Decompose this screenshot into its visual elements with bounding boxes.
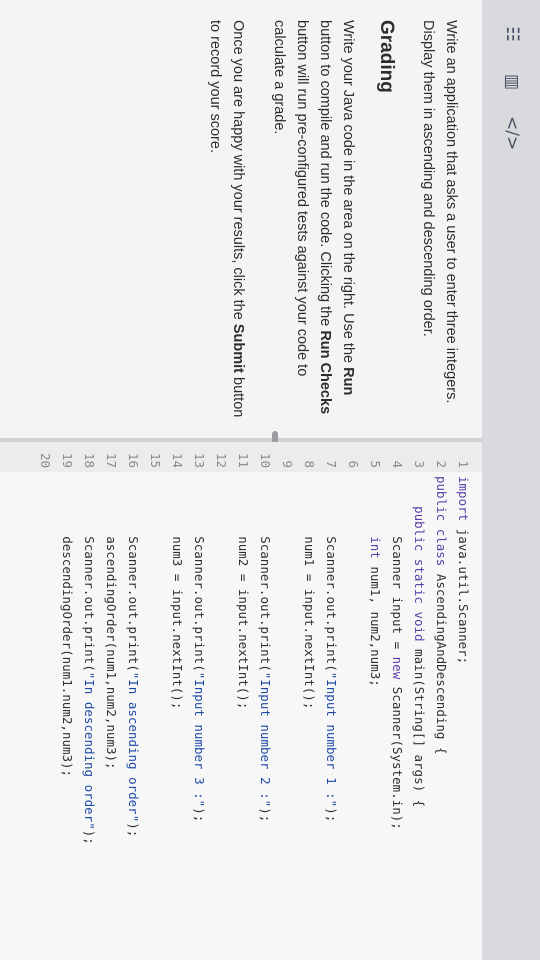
submit-keyword: Submit	[230, 323, 246, 373]
code-text: descendingOrder(num1.num2,num3);	[60, 536, 75, 778]
code-icon[interactable]: </>	[494, 116, 530, 151]
code-text: num2 = input.nextInt();	[236, 536, 251, 710]
code-text: Scanner.out.print("In ascending order");	[126, 536, 141, 838]
code-text: num3 = input.nextInt();	[170, 536, 185, 710]
code-text: ascendingOrder(num1,num2,num3);	[104, 536, 119, 770]
line-number: 10	[258, 452, 273, 468]
line-number: 13	[192, 452, 207, 468]
line-number: 7	[324, 460, 339, 468]
code-text: Scanner input = new Scanner(System.in);	[390, 536, 405, 830]
list-icon[interactable]: ☷	[494, 18, 530, 50]
code-symbol: </>	[502, 116, 522, 151]
code-text: public static void main(String[] args) {	[412, 506, 427, 808]
task-description: Write an application that asks a user to…	[420, 20, 459, 404]
instructions-text: Write an application that asks a user to…	[185, 20, 462, 422]
top-toolbar-rail: ☷ ▥ </>	[481, 0, 540, 960]
code-text: Scanner.out.print("In descending order")…	[82, 536, 97, 845]
code-text: public class AscendingAndDescending {	[434, 476, 449, 755]
line-number: 11	[236, 452, 251, 468]
run-checks-keyword: Run Checks	[317, 330, 333, 415]
grading-text-c: button will run pre-configured tests aga…	[271, 20, 310, 377]
photo-frame: ☷ ▥ </> Write an application that asks a…	[0, 0, 540, 960]
chart-icon[interactable]: ▥	[494, 66, 530, 98]
code-text: num1 = input.nextInt();	[302, 536, 317, 710]
line-number: 2	[434, 460, 449, 468]
line-number: 6	[346, 460, 361, 468]
code-editor[interactable]: 1 import java.util.Scanner; 2 public class …	[0, 442, 482, 960]
code-text: Scanner.out.print("Input number 3 :");	[192, 536, 207, 823]
submit-text-a: Once you are happy with your results, cl…	[230, 20, 246, 324]
line-number: 19	[60, 452, 75, 468]
line-number: 14	[170, 452, 185, 468]
line-number: 8	[302, 460, 317, 468]
line-number: 16	[126, 452, 141, 468]
line-number: 3	[412, 460, 427, 468]
line-number: 20	[38, 452, 53, 468]
instructions-panel: Write an application that asks a user to…	[0, 0, 482, 438]
code-text: Scanner.out.print("Input number 2 :");	[258, 536, 273, 823]
line-number: 4	[390, 460, 405, 468]
line-number: 17	[104, 452, 119, 468]
line-number: 1	[456, 460, 471, 468]
code-text: Scanner.out.print("Input number 1 :");	[324, 536, 339, 823]
grading-heading: Grading	[376, 20, 397, 93]
ide-screen: ☷ ▥ </> Write an application that asks a…	[0, 0, 540, 960]
line-number: 9	[280, 460, 295, 468]
grading-paragraph: Write your Java code in the area on the …	[267, 20, 359, 422]
line-number: 12	[214, 452, 229, 468]
line-number: 5	[368, 460, 383, 468]
line-number: 15	[148, 452, 163, 468]
grading-text-b: button to compile and run the code. Clic…	[317, 20, 333, 331]
submit-paragraph: Once you are happy with your results, cl…	[203, 20, 249, 422]
line-number: 18	[82, 452, 97, 468]
code-text: import java.util.Scanner;	[456, 476, 471, 665]
run-keyword: Run	[340, 367, 356, 396]
code-text: int num1, num2,num3;	[368, 536, 383, 687]
grading-text-a: Write your Java code in the area on the …	[340, 20, 356, 368]
